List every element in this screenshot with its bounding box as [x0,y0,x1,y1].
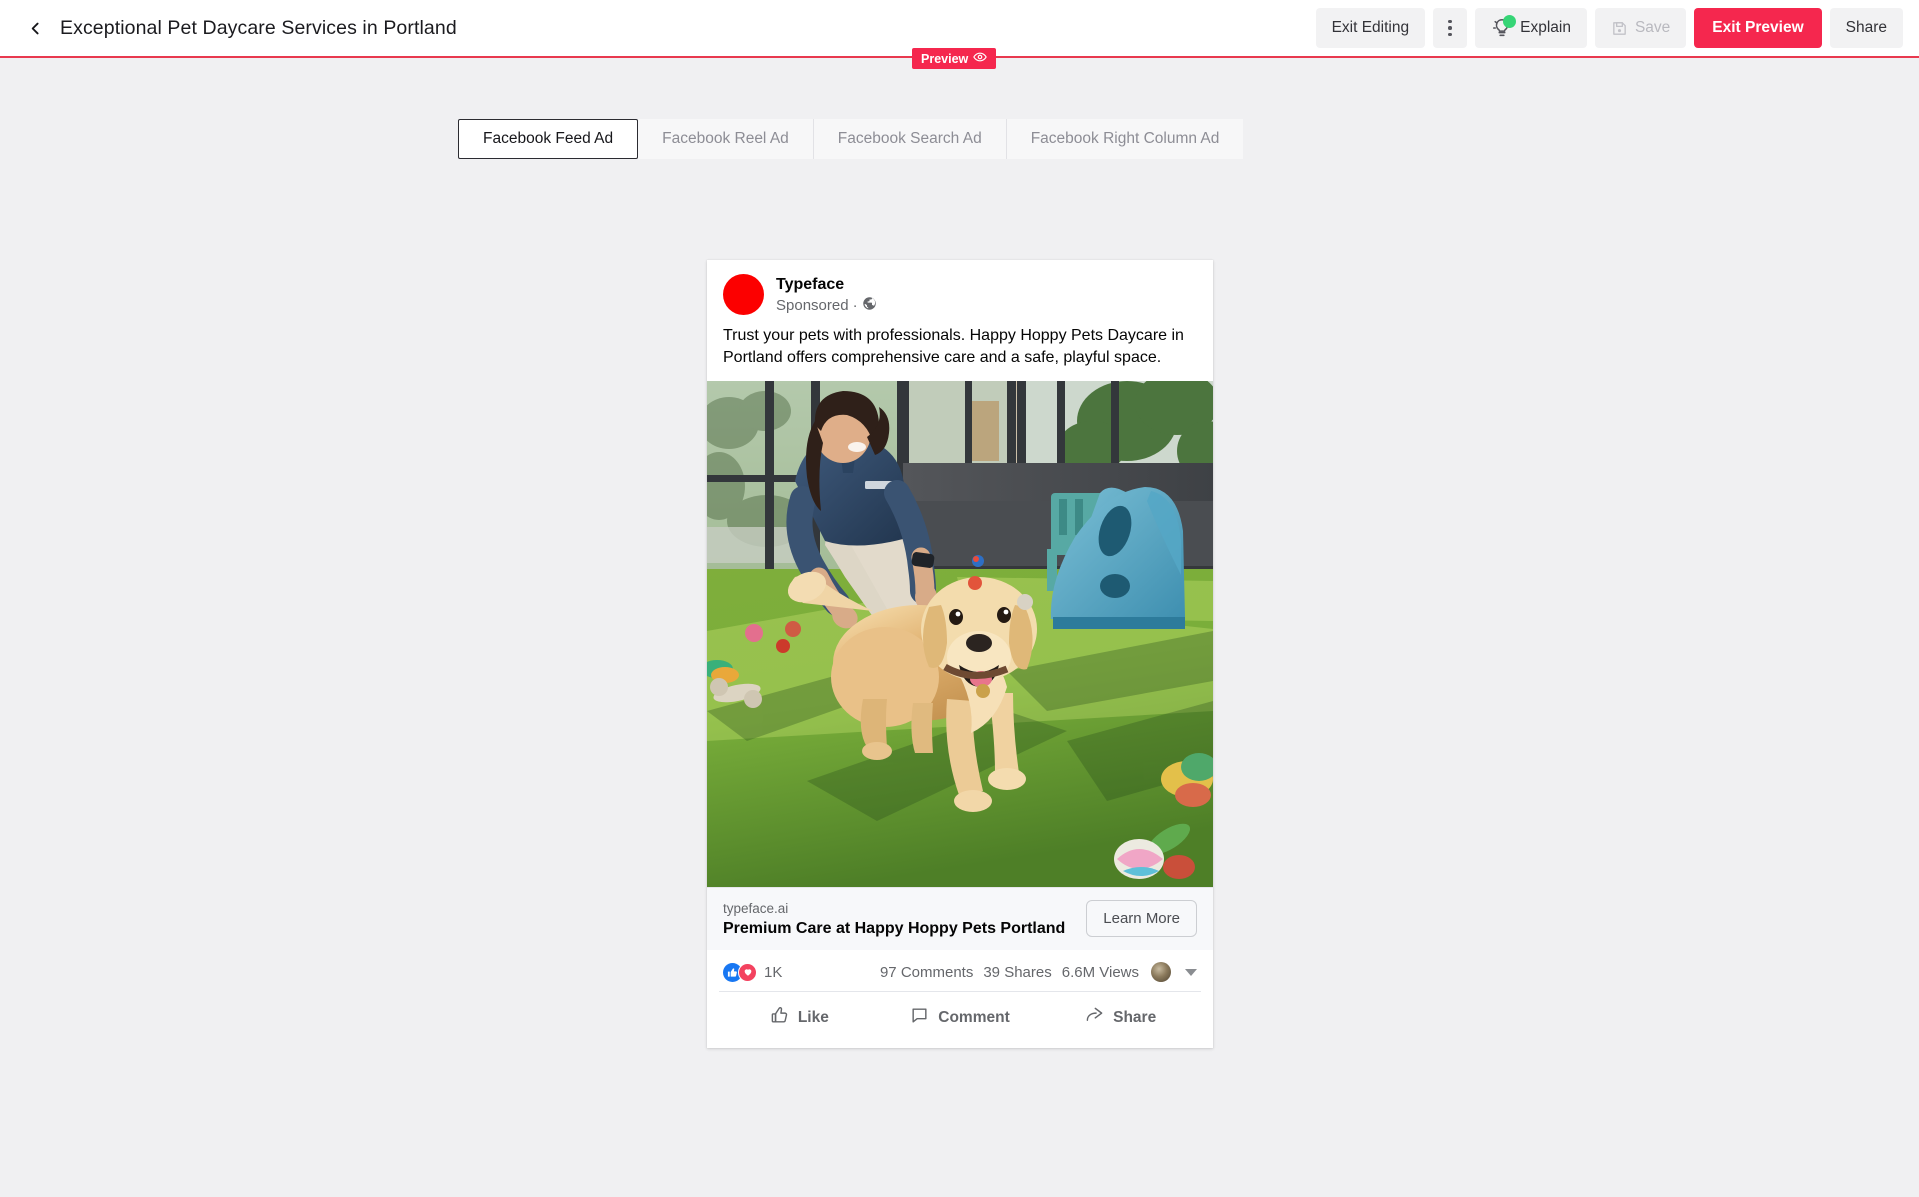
explain-label: Explain [1520,19,1571,36]
speech-bubble-icon [910,1006,929,1030]
back-button[interactable] [18,11,52,45]
ad-action-bar: Like Comment Share [719,991,1201,1048]
learn-more-button[interactable]: Learn More [1086,900,1197,938]
views-count[interactable]: 6.6M Views [1062,964,1139,981]
shares-count[interactable]: 39 Shares [983,964,1051,981]
sponsored-row: Sponsored · [776,296,877,315]
header-toolbar: Exit Editing Explain Save Exit Preview S… [1315,0,1919,56]
globe-icon [862,296,877,315]
explain-button[interactable]: Explain [1475,8,1587,48]
ad-header: Typeface Sponsored · [707,260,1213,315]
ad-engagement-stats: 1K 97 Comments 39 Shares 6.6M Views [707,950,1213,991]
save-label: Save [1634,19,1671,36]
ad-link-domain: typeface.ai [723,900,789,916]
like-button[interactable]: Like [719,998,880,1038]
lightbulb-icon [1491,15,1517,39]
brand-avatar[interactable] [723,274,764,315]
sponsored-label: Sponsored [776,297,849,314]
reaction-summary[interactable]: 1K [723,962,783,982]
exit-editing-button[interactable]: Exit Editing [1315,8,1426,48]
explain-status-dot [1503,15,1517,28]
comments-count[interactable]: 97 Comments [880,964,973,981]
facebook-feed-ad-preview: Typeface Sponsored · Trust your pets wit… [707,260,1213,1049]
ad-creative-image[interactable] [707,380,1213,887]
share-action-button[interactable]: Share [1040,998,1201,1038]
reaction-count: 1K [764,963,783,981]
tab-facebook-right-column-ad[interactable]: Facebook Right Column Ad [1006,119,1244,159]
share-action-label: Share [1113,1009,1157,1027]
comment-button[interactable]: Comment [880,998,1041,1038]
ad-format-tabs: Facebook Feed Ad Facebook Reel Ad Facebo… [458,119,1244,159]
viewer-avatar [1151,962,1171,983]
kebab-menu-icon [1448,19,1452,37]
more-options-button[interactable] [1433,8,1468,48]
separator-dot: · [852,297,858,314]
love-reaction-icon [738,962,757,982]
tab-facebook-search-ad[interactable]: Facebook Search Ad [813,119,1007,159]
like-label: Like [797,1009,829,1027]
comment-label: Comment [938,1009,1010,1027]
preview-mode-badge: Preview [912,48,997,69]
ad-link-headline: Premium Care at Happy Hoppy Pets Portlan… [723,920,1066,938]
chevron-left-icon [27,20,44,37]
ad-primary-text: Trust your pets with professionals. Happ… [723,327,1184,366]
exit-preview-button[interactable]: Exit Preview [1694,8,1822,48]
brand-name[interactable]: Typeface [776,275,877,295]
floppy-disk-icon [1611,20,1628,37]
tab-facebook-feed-ad[interactable]: Facebook Feed Ad [458,119,639,159]
tab-facebook-reel-ad[interactable]: Facebook Reel Ad [638,119,814,159]
page-title: Exceptional Pet Daycare Services in Port… [60,16,457,39]
share-button[interactable]: Share [1829,8,1903,48]
eye-icon [973,50,988,67]
caret-down-icon[interactable] [1185,968,1197,976]
share-arrow-icon [1085,1006,1104,1030]
preview-badge-label: Preview [921,51,969,66]
thumbs-up-icon [770,1006,789,1030]
save-button[interactable]: Save [1594,8,1687,48]
ad-link-section: typeface.ai Premium Care at Happy Hoppy … [707,886,1213,951]
